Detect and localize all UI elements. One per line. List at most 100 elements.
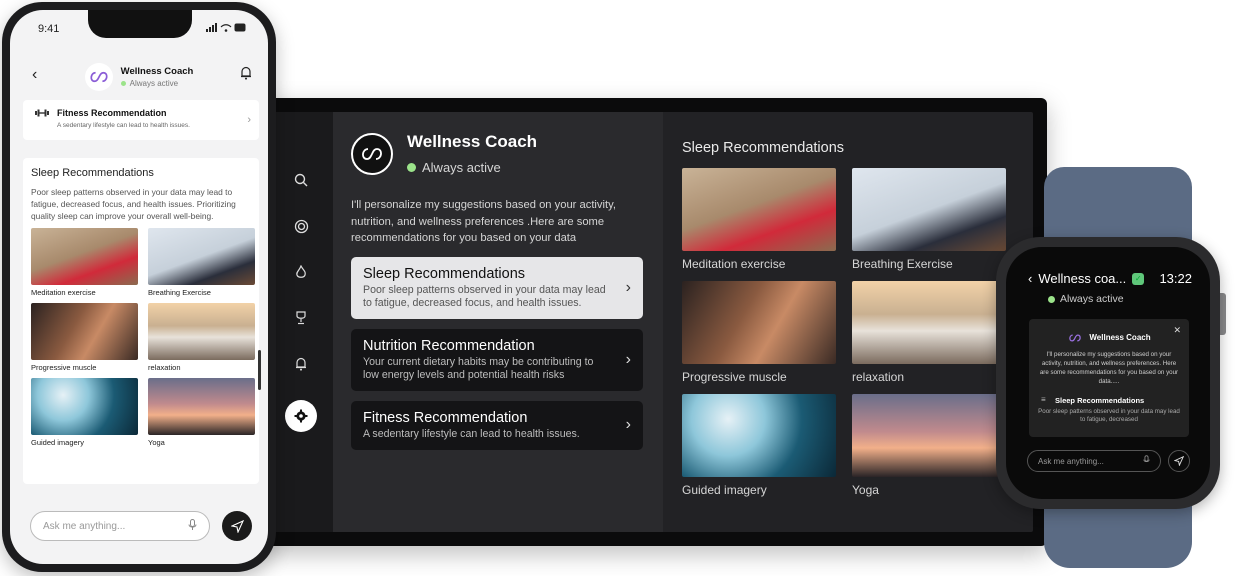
chat-header: ‹ Wellness Coach Always active bbox=[10, 54, 268, 100]
chevron-right-icon: › bbox=[247, 114, 251, 126]
coach-identity: Wellness Coach Always active bbox=[84, 63, 194, 91]
coach-name: Wellness Coach bbox=[1089, 333, 1151, 342]
online-dot-icon bbox=[407, 163, 416, 172]
exercise-grid: Meditation exercise Breathing Exercise P… bbox=[31, 228, 255, 447]
close-icon[interactable]: ✕ bbox=[1173, 325, 1181, 336]
coach-intro-message: I'll personalize my suggestions based on… bbox=[1039, 351, 1179, 385]
sleep-recommendation-card[interactable]: Sleep Recommendations Poor sleep pattern… bbox=[351, 256, 643, 319]
bell-icon[interactable] bbox=[240, 66, 252, 85]
exercise-grid: Meditation exercise Breathing Exercise P… bbox=[682, 168, 1033, 497]
online-dot-icon bbox=[120, 81, 126, 86]
send-button[interactable] bbox=[222, 511, 252, 541]
rec-title: Fitness Recommendation bbox=[363, 409, 528, 426]
phone-device: 9:41 ‹ Wellness Coach Always active Fitn… bbox=[2, 2, 276, 572]
scrollbar[interactable] bbox=[258, 350, 261, 390]
coach-status: Always active bbox=[1048, 293, 1124, 305]
exercise-tile[interactable]: Yoga bbox=[148, 378, 255, 447]
gallery-title: Sleep Recommendations bbox=[682, 140, 845, 156]
rec-desc: A sedentary lifestyle can lead to health… bbox=[363, 427, 580, 440]
flame-icon[interactable] bbox=[290, 262, 312, 282]
tile-caption: Yoga bbox=[148, 438, 165, 447]
fitness-recommendation-card[interactable]: Fitness Recommendation A sedentary lifes… bbox=[23, 100, 259, 140]
chevron-right-icon: › bbox=[625, 350, 631, 368]
tile-caption: Progressive muscle bbox=[682, 370, 787, 384]
online-dot-icon bbox=[1048, 295, 1055, 303]
back-arrow-icon[interactable]: ‹ bbox=[32, 66, 37, 84]
tile-caption: Meditation exercise bbox=[682, 257, 786, 271]
rec-desc: Your current dietary habits may be contr… bbox=[363, 355, 594, 381]
exercise-tile[interactable]: relaxation bbox=[852, 281, 1006, 384]
breathing-photo bbox=[148, 228, 255, 285]
tile-caption: Meditation exercise bbox=[31, 288, 96, 297]
settings-icon[interactable] bbox=[285, 400, 317, 432]
exercise-tile[interactable]: relaxation bbox=[148, 303, 255, 372]
sleep-recommendation-item[interactable]: Sleep Recommendations bbox=[1037, 395, 1181, 405]
coach-status: Always active bbox=[407, 160, 537, 175]
relaxation-photo bbox=[148, 303, 255, 360]
back-arrow-icon[interactable]: ‹ bbox=[1028, 271, 1032, 286]
rec-desc: Poor sleep patterns observed in your dat… bbox=[363, 283, 606, 309]
exercise-tile[interactable]: Yoga bbox=[852, 394, 1006, 497]
exercise-tile[interactable]: Breathing Exercise bbox=[852, 168, 1006, 271]
rec-desc: Poor sleep patterns observed in your dat… bbox=[1038, 408, 1180, 423]
exercise-tile[interactable]: Breathing Exercise bbox=[148, 228, 255, 297]
sleep-recommendations-section: Sleep Recommendations Poor sleep pattern… bbox=[23, 158, 259, 484]
status-bar-icons bbox=[206, 23, 246, 36]
nutrition-recommendation-card[interactable]: Nutrition Recommendation Your current di… bbox=[351, 328, 643, 391]
microphone-icon[interactable] bbox=[188, 518, 197, 534]
tv-nav-rail bbox=[269, 112, 333, 532]
watch-title: Wellness coa... bbox=[1038, 271, 1127, 286]
coach-logo-icon bbox=[351, 132, 393, 175]
phone-notch bbox=[88, 10, 192, 38]
coach-name: Wellness Coach bbox=[120, 66, 194, 77]
trophy-icon[interactable] bbox=[290, 308, 312, 328]
section-desc: Poor sleep patterns observed in your dat… bbox=[31, 187, 236, 221]
card-title: Fitness Recommendation bbox=[57, 108, 167, 118]
tile-caption: Breathing Exercise bbox=[148, 288, 211, 297]
status-text: Always active bbox=[129, 79, 179, 88]
exercise-tile[interactable]: Progressive muscle bbox=[31, 303, 138, 372]
activity-ring-icon[interactable] bbox=[290, 216, 312, 236]
chevron-right-icon: › bbox=[625, 278, 631, 296]
chat-input[interactable]: Ask me anything... bbox=[30, 511, 210, 541]
coach-identity: Wellness Coach bbox=[1037, 333, 1181, 342]
exercise-tile[interactable]: Meditation exercise bbox=[682, 168, 836, 271]
send-icon bbox=[230, 519, 244, 533]
exercise-tile[interactable]: Meditation exercise bbox=[31, 228, 138, 297]
coach-name: Wellness Coach bbox=[407, 132, 538, 151]
tile-caption: Guided imagery bbox=[682, 483, 767, 497]
watch-screen: ‹ Wellness coa... ✓ 13:22 Always active … bbox=[1006, 247, 1210, 499]
dumbbell-icon bbox=[35, 109, 49, 119]
tile-caption: Breathing Exercise bbox=[852, 257, 953, 271]
send-icon bbox=[1174, 456, 1184, 466]
relaxation-photo bbox=[852, 281, 1006, 364]
tile-caption: Guided imagery bbox=[31, 438, 84, 447]
microphone-icon[interactable] bbox=[1143, 455, 1150, 467]
fitness-recommendation-card[interactable]: Fitness Recommendation A sedentary lifes… bbox=[351, 400, 643, 450]
coach-logo-icon bbox=[1069, 334, 1082, 341]
exercise-tile[interactable]: Guided imagery bbox=[31, 378, 138, 447]
tile-caption: relaxation bbox=[148, 363, 181, 372]
exercise-tile[interactable]: Progressive muscle bbox=[682, 281, 836, 384]
coach-intro-message: I'll personalize my suggestions based on… bbox=[351, 199, 616, 244]
guided-imagery-photo bbox=[31, 378, 138, 435]
tile-caption: relaxation bbox=[852, 370, 905, 384]
app-badge-icon: ✓ bbox=[1132, 272, 1145, 285]
progressive-muscle-photo bbox=[682, 281, 836, 364]
chat-input[interactable]: Ask me anything... bbox=[1027, 450, 1161, 472]
bell-icon[interactable] bbox=[290, 354, 312, 374]
watch-message-card: ✕ Wellness Coach I'll personalize my sug… bbox=[1029, 319, 1189, 437]
section-title: Sleep Recommendations bbox=[31, 167, 154, 179]
send-button[interactable] bbox=[1168, 450, 1190, 472]
yoga-photo bbox=[148, 378, 255, 435]
meditation-photo bbox=[682, 168, 836, 251]
search-icon[interactable] bbox=[290, 170, 312, 190]
tv-device: Wellness Coach Always active I'll person… bbox=[255, 98, 1047, 546]
exercise-tile[interactable]: Guided imagery bbox=[682, 394, 836, 497]
guided-imagery-photo bbox=[682, 394, 836, 477]
input-placeholder: Ask me anything... bbox=[43, 520, 126, 532]
tv-gallery-panel: Sleep Recommendations Meditation exercis… bbox=[663, 112, 1033, 532]
progressive-muscle-photo bbox=[31, 303, 138, 360]
tile-caption: Progressive muscle bbox=[31, 363, 97, 372]
rec-title: Nutrition Recommendation bbox=[363, 337, 535, 354]
